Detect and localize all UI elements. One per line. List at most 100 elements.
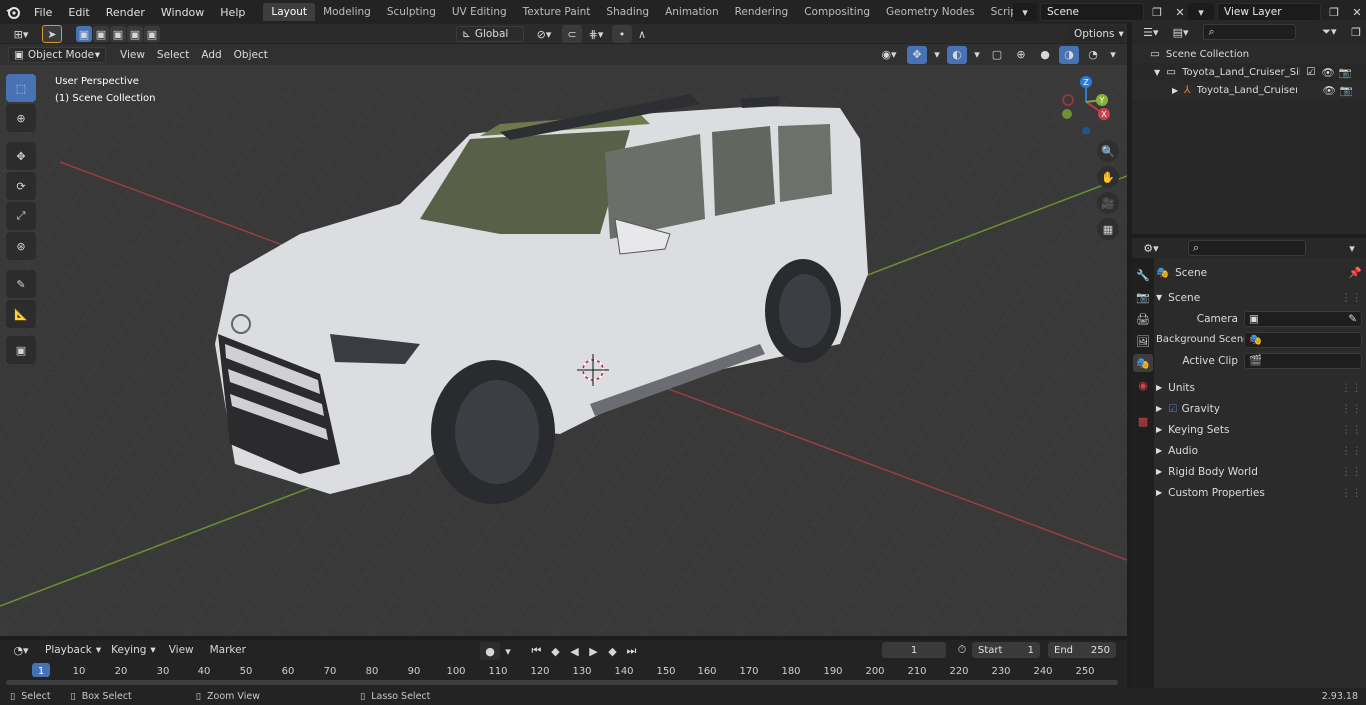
rotate-tool-icon[interactable]: ⟳ [6,172,36,200]
falloff-icon[interactable]: ∧ [632,25,652,43]
view-layer-field[interactable]: View Layer [1217,3,1321,21]
view-layer-tab-icon[interactable]: 🖼 [1133,332,1153,350]
output-tab-icon[interactable]: 🖨 [1133,310,1153,328]
outliner-display-mode-icon[interactable]: ▤▾ [1168,23,1194,41]
camera-render-icon[interactable]: 📷 [1340,84,1353,97]
expand-arrow-icon[interactable]: ▼ [1154,68,1160,77]
menu-render[interactable]: Render [98,6,153,19]
cursor-tool-icon[interactable]: ⊕ [6,104,36,132]
viewport-menu-view[interactable]: View [114,49,151,61]
gizmo-toggle-icon[interactable]: ✥ [907,45,927,64]
outliner-row-collection[interactable]: ▼ ▭ Toyota_Land_Cruiser_Silver_S ☑ 👁 📷 [1132,63,1366,81]
tab-uv-editing[interactable]: UV Editing [444,3,515,21]
active-clip-field[interactable]: 🎬 [1244,352,1362,369]
properties-editor-icon[interactable]: ⚙▾ [1138,239,1164,257]
custom-properties-panel[interactable]: ▶ Custom Properties ⋮⋮ [1156,482,1362,503]
select-box-tool-icon[interactable]: ⬚ [6,74,36,102]
checkbox-icon[interactable]: ☑ [1306,66,1315,78]
select-invert-icon[interactable]: ▣ [127,26,143,42]
add-cube-tool-icon[interactable]: ▣ [6,336,36,364]
tab-modeling[interactable]: Modeling [315,3,379,21]
properties-options-icon[interactable]: ▾ [1342,239,1362,257]
eye-icon[interactable]: 👁 [1322,66,1335,79]
viewport-menu-object[interactable]: Object [228,49,274,61]
viewport-menu-select[interactable]: Select [151,49,195,61]
select-tool-icon[interactable]: ➤ [42,25,62,43]
eyedropper-icon[interactable]: ✎ [1348,313,1357,325]
wireframe-shading-icon[interactable]: ⊕ [1011,46,1031,64]
snap-icon[interactable]: ⊂ [562,25,582,43]
viewport-menu-add[interactable]: Add [195,49,227,61]
shading-dropdown-icon[interactable]: ▾ [1107,46,1119,64]
tab-rendering[interactable]: Rendering [727,3,797,21]
visibility-icon[interactable]: ◉▾ [875,46,903,64]
drag-handle-icon[interactable]: ⋮⋮ [1341,445,1362,457]
zoom-icon[interactable]: 🔍 [1097,140,1119,162]
tool-tab-icon[interactable]: 🔧 [1133,266,1153,284]
drag-handle-icon[interactable]: ⋮⋮ [1341,292,1362,304]
delete-scene-icon[interactable]: ✕ [1170,3,1190,21]
camera-view-icon[interactable]: 🎥 [1097,192,1119,214]
camera-field[interactable]: ▣ ✎ [1244,310,1362,327]
select-subtract-icon[interactable]: ▣ [110,26,126,42]
scene-browse-icon[interactable]: ▾ [1013,3,1037,21]
pan-hand-icon[interactable]: ✋ [1097,166,1119,188]
delete-view-layer-icon[interactable]: ✕ [1347,3,1366,21]
options-dropdown[interactable]: Options ▾ [1068,26,1124,42]
material-shading-icon[interactable]: ◑ [1059,45,1079,64]
pivot-icon[interactable]: ⊘▾ [532,25,556,43]
tab-animation[interactable]: Animation [657,3,727,21]
select-new-icon[interactable]: ▣ [76,26,92,42]
keying-sets-panel[interactable]: ▶ Keying Sets ⋮⋮ [1156,419,1362,440]
move-tool-icon[interactable]: ✥ [6,142,36,170]
transform-tool-icon[interactable]: ⊛ [6,232,36,260]
properties-search-input[interactable]: ⌕ [1188,240,1306,256]
units-panel[interactable]: ▶ Units ⋮⋮ [1156,377,1362,398]
mode-dropdown[interactable]: ▣ Object Mode ▾ [8,46,106,63]
filter-icon[interactable]: ⏷▾ [1316,23,1342,41]
tab-sculpting[interactable]: Sculpting [379,3,444,21]
rigid-body-world-panel[interactable]: ▶ Rigid Body World ⋮⋮ [1156,461,1362,482]
drag-handle-icon[interactable]: ⋮⋮ [1341,424,1362,436]
background-scene-field[interactable]: 🎭 [1244,331,1362,348]
overlay-dropdown-icon[interactable]: ▾ [971,46,983,64]
blender-logo-icon[interactable] [0,5,26,19]
navigation-gizmo[interactable]: Z X Y [1058,74,1116,135]
outliner-editor-icon[interactable]: ☰▾ [1138,23,1164,41]
new-scene-icon[interactable]: ❐ [1147,3,1167,21]
drag-handle-icon[interactable]: ⋮⋮ [1341,466,1362,478]
audio-panel[interactable]: ▶ Audio ⋮⋮ [1156,440,1362,461]
scene-name-field[interactable]: Scene [1040,3,1144,21]
proportional-edit-icon[interactable]: • [612,25,632,43]
menu-edit[interactable]: Edit [60,6,97,19]
timeline-scrollbar[interactable] [6,680,1118,685]
drag-handle-icon[interactable]: ⋮⋮ [1341,382,1362,394]
eye-icon[interactable]: 👁 [1323,84,1336,97]
measure-tool-icon[interactable]: 📐 [6,300,36,328]
menu-window[interactable]: Window [153,6,212,19]
gizmo-dropdown-icon[interactable]: ▾ [931,46,943,64]
gravity-checkbox-icon[interactable]: ☑ [1168,403,1177,415]
menu-file[interactable]: File [26,6,60,19]
pin-icon[interactable]: 📌 [1349,266,1362,279]
tab-geometry-nodes[interactable]: Geometry Nodes [878,3,983,21]
world-tab-icon[interactable]: ◉ [1133,376,1153,394]
scale-tool-icon[interactable]: ⤢ [6,202,36,230]
editor-type-icon[interactable]: ⊞▾ [8,25,34,43]
perspective-grid-icon[interactable]: ▦ [1097,218,1119,240]
solid-shading-icon[interactable]: ● [1035,46,1055,64]
texture-tab-icon[interactable]: ▩ [1133,412,1153,430]
outliner-row-scene-collection[interactable]: ▭ Scene Collection [1132,45,1366,63]
camera-render-icon[interactable]: 📷 [1339,66,1352,79]
3d-viewport[interactable]: User Perspective (1) Scene Collection Z … [0,44,1127,636]
outliner-search-input[interactable]: ⌕ [1203,24,1297,40]
gravity-panel[interactable]: ▶ ☑ Gravity ⋮⋮ [1156,398,1362,419]
tab-compositing[interactable]: Compositing [796,3,878,21]
new-collection-icon[interactable]: ❐ [1346,23,1366,41]
scene-panel-header[interactable]: ▼ Scene ⋮⋮ [1156,287,1362,308]
outliner-row-object[interactable]: ▶ ⅄ Toyota_Land_Cruiser_Silv 👁 📷 [1132,81,1366,99]
view-layer-browse-icon[interactable]: ▾ [1188,3,1214,21]
annotate-tool-icon[interactable]: ✎ [6,270,36,298]
overlay-toggle-icon[interactable]: ◐ [947,45,967,64]
tab-shading[interactable]: Shading [598,3,657,21]
